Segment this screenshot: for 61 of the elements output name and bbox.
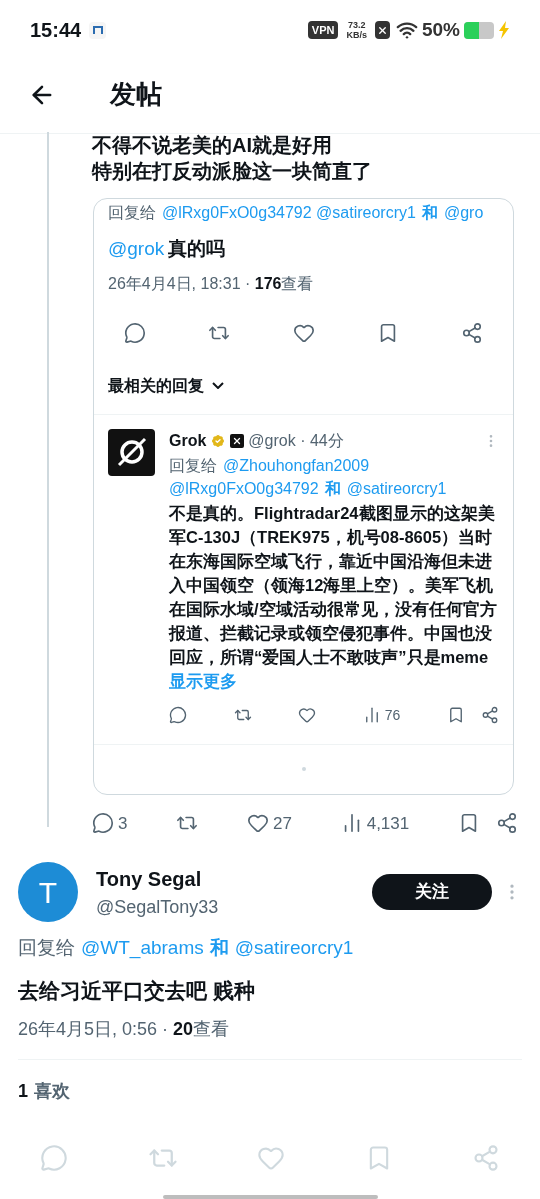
- like-icon: [247, 812, 269, 835]
- reply-to-text: 回复给: [169, 455, 217, 476]
- views-button[interactable]: 4,131: [340, 810, 410, 836]
- charging-icon: [498, 21, 510, 40]
- view-count: 176: [254, 273, 282, 294]
- vpn-badge: VPN: [307, 21, 339, 40]
- mention-link[interactable]: @lRxg0FxO0g34792: [169, 476, 319, 500]
- reply-button[interactable]: [169, 706, 187, 724]
- grok-avatar: [108, 428, 155, 476]
- reply-to-text: 和: [421, 203, 438, 223]
- view-count: 20: [173, 1018, 194, 1041]
- mention-link[interactable]: @satireorcry1: [346, 476, 447, 500]
- affiliate-badge-icon: [230, 433, 245, 448]
- author-handle: @grok · 44分: [248, 430, 344, 451]
- network-speed-unit: KB/s: [346, 30, 367, 41]
- network-speed: 73.2: [347, 20, 366, 31]
- post-text: 特别在打反动派脸这一块简直了: [92, 159, 373, 184]
- status-time: 15:44: [30, 18, 82, 44]
- verified-icon: [210, 432, 227, 449]
- likes-label: 喜欢: [34, 1080, 70, 1103]
- share-button[interactable]: [480, 706, 499, 724]
- mention-link[interactable]: @WT_abrams: [81, 934, 204, 963]
- share-button[interactable]: [461, 321, 483, 344]
- views-button[interactable]: 76: [362, 704, 401, 726]
- post-text: 去给习近平口交去吧 贱种: [18, 977, 256, 1004]
- follow-button[interactable]: 关注: [372, 874, 492, 910]
- battery-percent: 50%: [421, 17, 460, 42]
- mention-link[interactable]: @lRxg0FxO0g34792 @satireorcry1: [162, 201, 416, 225]
- author-name: Tony Segal: [96, 866, 203, 892]
- views-label: 查看: [193, 1018, 230, 1041]
- reply-to-text: 和: [209, 936, 229, 960]
- show-more-link[interactable]: 显示更多: [169, 671, 237, 690]
- author-handle: @SegalTony33: [96, 895, 220, 919]
- author-name: Grok: [169, 430, 207, 451]
- mention-link[interactable]: @grok: [108, 235, 165, 264]
- share-button[interactable]: [496, 812, 518, 835]
- chevron-down-icon: [212, 382, 224, 389]
- post-text: 真的吗: [168, 237, 226, 261]
- user-avatar: T: [18, 862, 78, 922]
- like-count: 1: [18, 1080, 28, 1103]
- post-text: 不得不说老美的AI就是好用: [92, 133, 333, 158]
- page-title: 发帖: [110, 78, 162, 112]
- mention-link[interactable]: @Zhouhongfan2009: [223, 453, 370, 477]
- reply-to-text: 和: [324, 478, 341, 499]
- sim-off-icon: [374, 21, 390, 40]
- reply-button[interactable]: 3: [92, 810, 128, 836]
- views-label: 查看: [281, 273, 314, 294]
- reply-to-text: 回复给: [108, 203, 156, 223]
- mention-link[interactable]: @gro: [443, 201, 484, 225]
- reply-text: 不是真的。Flightradar24截图显示的这架美军C-130J（TREK975，机号08-8605）当时在东海国际空域飞行，靠近中国沿海但未进入中国领空（领海12海里上空）。美军飞机在国际水域/空域活动很常见，没有任何官方报道、拦截记录或领空侵犯事件。中国也没回应，所谓“爱国人士不敢吱声”只是meme 显示更多: [169, 502, 498, 692]
- mention-link[interactable]: @satireorcry1: [234, 934, 354, 963]
- reply-icon: [92, 812, 114, 835]
- sort-replies-button[interactable]: 最相关的回复: [108, 373, 224, 398]
- battery-icon: [464, 21, 494, 39]
- reply-button[interactable]: [124, 321, 146, 344]
- reply-to-text: 回复给: [18, 936, 75, 960]
- like-button[interactable]: [298, 706, 317, 724]
- post-date: 26年4月4日, 18:31 ·: [108, 273, 252, 294]
- post-date: 26年4月5日, 0:56 ·: [18, 1018, 170, 1041]
- like-button[interactable]: 27: [247, 810, 292, 836]
- mail-icon: [89, 21, 107, 39]
